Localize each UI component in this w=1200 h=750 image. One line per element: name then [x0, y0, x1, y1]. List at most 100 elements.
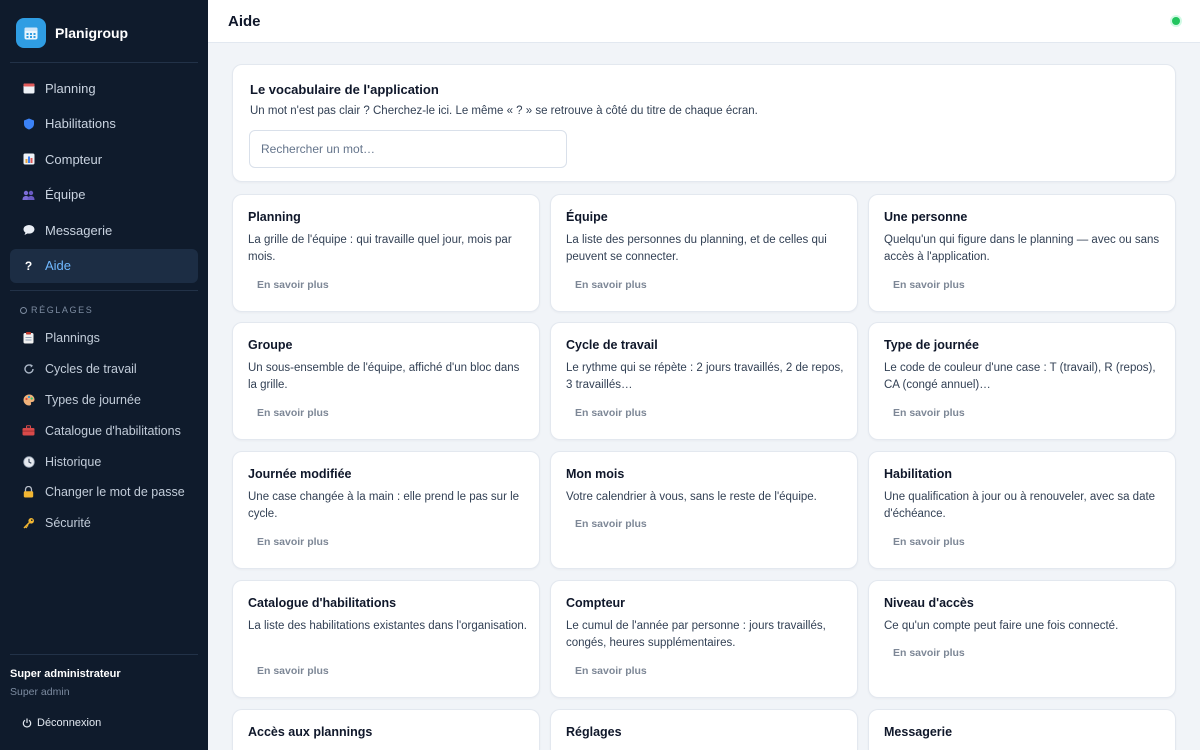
online-status-indicator: [1172, 17, 1180, 25]
people-icon: [22, 188, 35, 201]
term-description: La grille de l'équipe : qui travaille qu…: [248, 234, 512, 263]
calendar-logo-icon: [16, 18, 46, 48]
divider: [10, 290, 198, 291]
nav-item-planning[interactable]: Planning: [10, 71, 198, 105]
term-title: Journée modifiée: [248, 467, 352, 481]
term-card[interactable]: Messagerie: [868, 709, 1176, 750]
nav-item-label: Aide: [45, 258, 72, 273]
key-icon: [22, 517, 35, 530]
term-title: Type de journée: [884, 338, 979, 352]
term-card[interactable]: Réglages: [550, 709, 858, 750]
learn-more-link[interactable]: En savoir plus: [257, 407, 329, 419]
term-description: Votre calendrier à vous, sans le reste d…: [566, 491, 817, 503]
term-title: Mon mois: [566, 467, 625, 481]
term-title: Messagerie: [884, 725, 953, 739]
learn-more-link[interactable]: En savoir plus: [257, 536, 329, 548]
settings-item-label: Cycles de travail: [45, 362, 137, 377]
term-description: Le code de couleur d'une case : T (trava…: [884, 362, 1156, 391]
term-description: Quelqu'un qui figure dans le planning — …: [884, 234, 1160, 263]
shield-icon: [22, 117, 35, 130]
term-card[interactable]: Équipe La liste des personnes du plannin…: [550, 194, 858, 312]
term-title: Cycle de travail: [566, 338, 658, 352]
learn-more-link[interactable]: En savoir plus: [575, 279, 647, 291]
calendar-icon: [22, 82, 35, 95]
learn-more-link[interactable]: En savoir plus: [893, 647, 965, 659]
term-card[interactable]: Compteur Le cumul de l'année par personn…: [550, 580, 858, 698]
clock-icon: [22, 455, 35, 468]
page-title: Aide: [228, 13, 261, 30]
term-card[interactable]: Groupe Un sous-ensemble de l'équipe, aff…: [232, 322, 540, 440]
brand[interactable]: Planigroup: [16, 18, 128, 48]
term-card[interactable]: Mon mois Votre calendrier à vous, sans l…: [550, 451, 858, 569]
settings-nav: Plannings Cycles de travail Types de jou…: [10, 323, 198, 539]
term-description: Ce qu'un compte peut faire une fois conn…: [884, 620, 1119, 632]
term-title: Réglages: [566, 725, 622, 739]
settings-item-password[interactable]: Changer le mot de passe: [10, 477, 198, 508]
intro-description: Un mot n'est pas clair ? Cherchez-le ici…: [250, 105, 758, 117]
settings-item-cycles[interactable]: Cycles de travail: [10, 354, 198, 385]
logout-button[interactable]: Déconnexion: [20, 716, 101, 729]
term-card[interactable]: Une personne Quelqu'un qui figure dans l…: [868, 194, 1176, 312]
term-card[interactable]: Type de journée Le code de couleur d'une…: [868, 322, 1176, 440]
user-subtitle: Super admin: [10, 686, 70, 698]
sidebar: Planigroup Planning Habilitations Compte…: [0, 0, 208, 750]
divider: [10, 654, 198, 655]
settings-item-label: Changer le mot de passe: [45, 485, 185, 500]
learn-more-link[interactable]: En savoir plus: [575, 665, 647, 677]
settings-item-types[interactable]: Types de journée: [10, 385, 198, 416]
divider: [10, 62, 198, 63]
circle-icon: [20, 306, 27, 314]
nav-item-habilitations[interactable]: Habilitations: [10, 107, 198, 141]
nav-item-compteur[interactable]: Compteur: [10, 142, 198, 176]
learn-more-link[interactable]: En savoir plus: [893, 279, 965, 291]
nav-item-label: Planning: [45, 80, 96, 96]
term-card[interactable]: Journée modifiée Une case changée à la m…: [232, 451, 540, 569]
settings-item-historique[interactable]: Historique: [10, 446, 198, 477]
term-title: Planning: [248, 210, 301, 224]
term-card[interactable]: Planning La grille de l'équipe : qui tra…: [232, 194, 540, 312]
term-title: Niveau d'accès: [884, 596, 974, 610]
term-description: Le cumul de l'année par personne : jours…: [566, 620, 826, 649]
settings-item-securite[interactable]: Sécurité: [10, 508, 198, 539]
term-card[interactable]: Niveau d'accès Ce qu'un compte peut fair…: [868, 580, 1176, 698]
vocabulary-intro-card: Le vocabulaire de l'application Un mot n…: [232, 64, 1176, 182]
nav-item-aide[interactable]: ? Aide: [10, 248, 198, 283]
learn-more-link[interactable]: En savoir plus: [257, 665, 329, 677]
learn-more-link[interactable]: En savoir plus: [893, 407, 965, 419]
term-title: Groupe: [248, 338, 293, 352]
term-card[interactable]: Accès aux plannings: [232, 709, 540, 750]
learn-more-link[interactable]: En savoir plus: [575, 407, 647, 419]
nav-item-messagerie[interactable]: Messagerie: [10, 213, 198, 247]
settings-item-plannings[interactable]: Plannings: [10, 323, 198, 354]
nav-item-label: Habilitations: [45, 116, 116, 131]
clipboard-icon: [22, 332, 35, 345]
palette-icon: [22, 393, 35, 406]
learn-more-link[interactable]: En savoir plus: [893, 536, 965, 548]
learn-more-link[interactable]: En savoir plus: [575, 518, 647, 530]
term-description: Une qualification à jour ou à renouveler…: [884, 491, 1156, 520]
term-card[interactable]: Habilitation Une qualification à jour ou…: [868, 451, 1176, 569]
logout-label: Déconnexion: [37, 716, 102, 729]
question-icon: ?: [24, 258, 33, 273]
term-description: La liste des habilitations existantes da…: [248, 620, 528, 632]
user-role: Super administrateur: [10, 668, 121, 680]
main-nav: Planning Habilitations Compteur Équipe M…: [10, 71, 198, 284]
term-title: Compteur: [566, 596, 626, 610]
term-description: Un sous-ensemble de l'équipe, affiché d'…: [248, 362, 520, 391]
search-input[interactable]: [249, 130, 567, 168]
term-title: Accès aux plannings: [248, 725, 373, 739]
settings-item-catalogue[interactable]: Catalogue d'habilitations: [10, 415, 198, 446]
intro-title: Le vocabulaire de l'application: [250, 82, 439, 97]
nav-item-label: Messagerie: [45, 222, 113, 238]
term-title: Une personne: [884, 210, 968, 224]
refresh-icon: [22, 363, 35, 376]
nav-item-equipe[interactable]: Équipe: [10, 178, 198, 212]
settings-item-label: Plannings: [45, 331, 100, 346]
lock-icon: [22, 486, 35, 499]
term-title: Habilitation: [884, 467, 953, 481]
term-card[interactable]: Catalogue d'habilitations La liste des h…: [232, 580, 540, 698]
settings-item-label: Types de journée: [45, 392, 141, 407]
learn-more-link[interactable]: En savoir plus: [257, 279, 329, 291]
term-description: Une case changée à la main : elle prend …: [248, 491, 520, 520]
term-card[interactable]: Cycle de travail Le rythme qui se répète…: [550, 322, 858, 440]
